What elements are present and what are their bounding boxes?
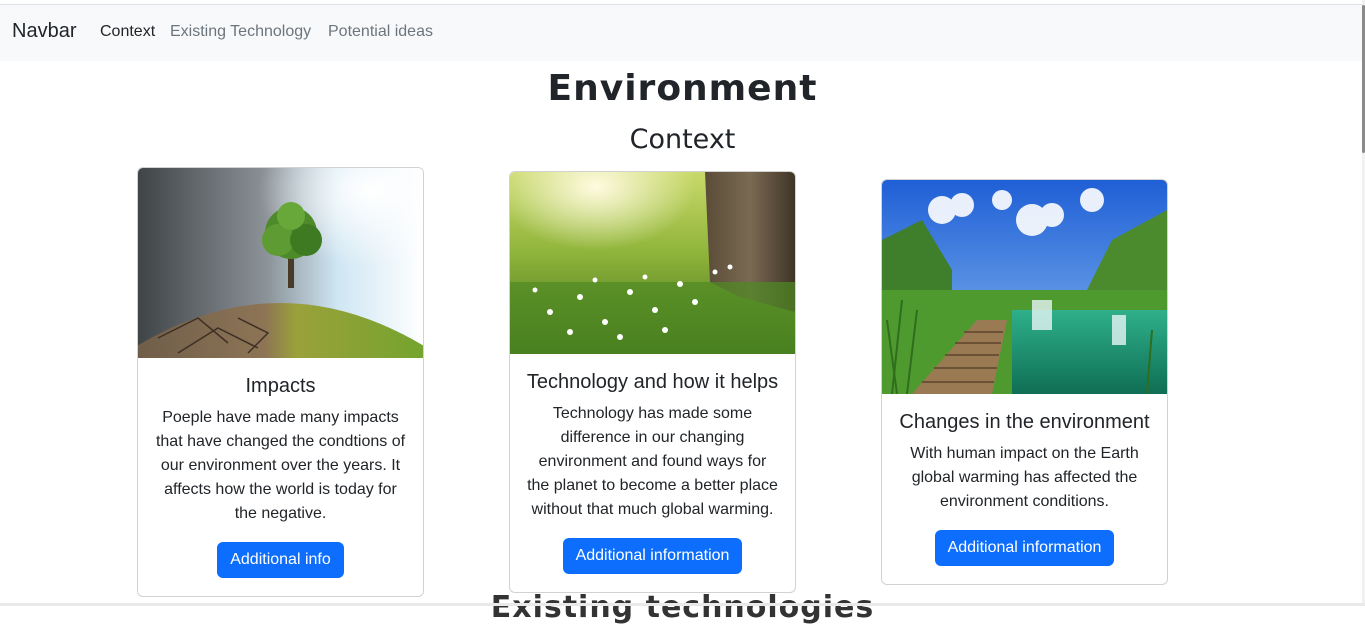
nav-link-existing-technology[interactable]: Existing Technology	[170, 23, 311, 41]
nav-link-context[interactable]: Context	[100, 23, 155, 41]
card-title-technology: Technology and how it helps	[526, 371, 779, 393]
navbar: Navbar Context Existing Technology Poten…	[0, 5, 1362, 61]
additional-info-button[interactable]: Additional info	[217, 542, 344, 578]
card-title-changes: Changes in the environment	[899, 411, 1150, 433]
card-title-impacts: Impacts	[245, 375, 316, 397]
nav-link-potential-ideas[interactable]: Potential ideas	[328, 23, 433, 41]
card-text-changes: With human impact on the Earth global wa…	[910, 445, 1139, 510]
card-impacts: Impacts Poeple have made many impacts th…	[137, 167, 424, 597]
card-text-technology: Technology has made some difference in o…	[527, 405, 778, 518]
card-image-technology	[510, 172, 795, 354]
card-changes: Changes in the environment With human im…	[881, 179, 1168, 585]
card-image-changes	[882, 180, 1167, 394]
card-text-impacts: Poeple have made many impacts that have …	[155, 409, 406, 522]
card-technology: Technology and how it helps Technology h…	[509, 171, 796, 593]
card-image-impacts	[138, 168, 423, 358]
additional-information-button-changes[interactable]: Additional information	[934, 530, 1115, 566]
navbar-brand[interactable]: Navbar	[12, 20, 76, 43]
additional-information-button-technology[interactable]: Additional information	[562, 538, 743, 574]
section-title: Context	[629, 124, 736, 155]
next-section-heading: Existing technologies	[490, 590, 875, 625]
page-title: Environment	[547, 68, 818, 109]
